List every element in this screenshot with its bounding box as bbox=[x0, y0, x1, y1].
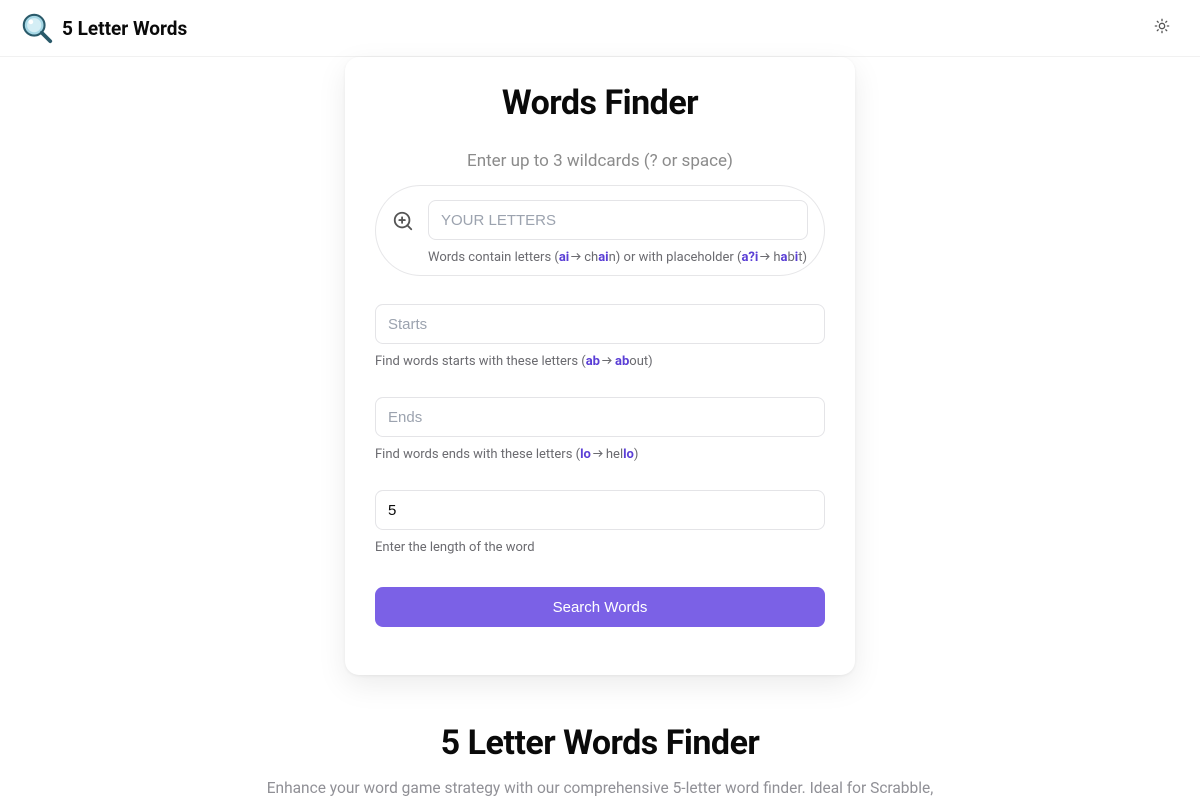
length-hint: Enter the length of the word bbox=[375, 540, 825, 555]
magnifying-glass-icon bbox=[20, 11, 54, 45]
zoom-in-icon bbox=[392, 210, 414, 232]
below-description: Enhance your word game strategy with our… bbox=[240, 777, 960, 800]
starts-hint: Find words starts with these letters (ab… bbox=[375, 354, 825, 369]
length-field: Enter the length of the word bbox=[375, 490, 825, 555]
ends-hint: Find words ends with these letters (lohe… bbox=[375, 447, 825, 462]
ends-input[interactable] bbox=[375, 397, 825, 437]
search-button[interactable]: Search Words bbox=[375, 587, 825, 627]
ends-field: Find words ends with these letters (lohe… bbox=[375, 397, 825, 462]
card-title: Words Finder bbox=[375, 83, 825, 123]
finder-card: Words Finder Enter up to 3 wildcards (? … bbox=[345, 57, 855, 675]
theme-toggle-button[interactable] bbox=[1144, 10, 1180, 46]
main-container: Words Finder Enter up to 3 wildcards (? … bbox=[0, 57, 1200, 800]
below-section: 5 Letter Words Finder Enhance your word … bbox=[130, 723, 1070, 800]
length-input[interactable] bbox=[375, 490, 825, 530]
brand[interactable]: 5 Letter Words bbox=[20, 11, 187, 45]
starts-input[interactable] bbox=[375, 304, 825, 344]
starts-field: Find words starts with these letters (ab… bbox=[375, 304, 825, 369]
arrow-right-icon bbox=[760, 250, 771, 265]
letters-input[interactable] bbox=[428, 200, 808, 240]
arrow-right-icon bbox=[571, 250, 582, 265]
letters-section: Words contain letters (aichain) or with … bbox=[375, 185, 825, 276]
wildcards-hint: Enter up to 3 wildcards (? or space) bbox=[375, 151, 825, 171]
arrow-right-icon bbox=[602, 354, 613, 369]
below-title: 5 Letter Words Finder bbox=[130, 723, 1070, 763]
brand-title: 5 Letter Words bbox=[62, 17, 187, 40]
letters-hint: Words contain letters (aichain) or with … bbox=[428, 250, 808, 265]
sun-icon bbox=[1154, 18, 1170, 38]
arrow-right-icon bbox=[593, 447, 604, 462]
app-header: 5 Letter Words bbox=[0, 0, 1200, 57]
